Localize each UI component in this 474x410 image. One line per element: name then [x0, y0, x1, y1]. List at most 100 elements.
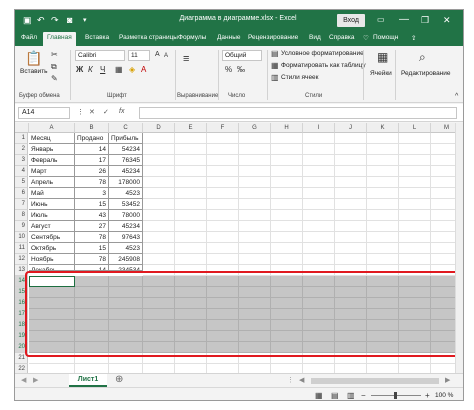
cell[interactable] [367, 177, 399, 188]
zoom-in-icon[interactable]: + [425, 391, 430, 400]
format-painter-icon[interactable]: ✎ [51, 74, 58, 84]
minimize-button[interactable]: — [399, 13, 409, 27]
cell[interactable] [207, 221, 239, 232]
row-header[interactable]: 4 [15, 166, 28, 177]
normal-view-icon[interactable]: ▦ [315, 391, 323, 400]
cell[interactable] [143, 243, 175, 254]
close-button[interactable]: ✕ [443, 13, 451, 27]
cell[interactable] [175, 188, 207, 199]
number-format-select[interactable]: Общий [222, 50, 262, 61]
cell[interactable] [271, 254, 303, 265]
restore-button[interactable]: ❐ [421, 13, 429, 27]
cell[interactable] [143, 177, 175, 188]
enter-icon[interactable]: ✓ [103, 108, 109, 116]
page-layout-view-icon[interactable]: ▤ [331, 391, 339, 400]
cell[interactable] [271, 166, 303, 177]
cell[interactable]: 4523 [109, 188, 143, 199]
hscroll-left-icon[interactable]: ◀ [299, 376, 304, 386]
cell[interactable] [207, 155, 239, 166]
copy-icon[interactable]: ⧉ [51, 62, 57, 72]
cell[interactable] [271, 243, 303, 254]
cell[interactable]: 43 [75, 210, 109, 221]
cell[interactable] [207, 133, 239, 144]
cell[interactable] [239, 199, 271, 210]
cell[interactable] [431, 166, 455, 177]
cell[interactable] [175, 177, 207, 188]
prev-sheet-icon[interactable]: ◀ [21, 376, 26, 386]
cell[interactable] [175, 199, 207, 210]
cell[interactable] [207, 177, 239, 188]
borders-icon[interactable]: ▦ [115, 65, 123, 75]
column-header[interactable]: G [239, 123, 271, 133]
cell[interactable] [175, 232, 207, 243]
cell[interactable] [335, 364, 367, 373]
cell[interactable] [367, 188, 399, 199]
cell[interactable] [271, 177, 303, 188]
row-header[interactable]: 2 [15, 144, 28, 155]
cell[interactable] [399, 155, 431, 166]
cell[interactable] [303, 199, 335, 210]
cell[interactable] [399, 188, 431, 199]
cell[interactable]: 54234 [109, 144, 143, 155]
cell[interactable]: 17 [75, 155, 109, 166]
cell[interactable] [367, 232, 399, 243]
cell[interactable] [143, 155, 175, 166]
cell[interactable] [335, 254, 367, 265]
cell[interactable] [399, 166, 431, 177]
cell[interactable] [399, 199, 431, 210]
cell[interactable] [303, 144, 335, 155]
cell[interactable] [207, 199, 239, 210]
cell[interactable] [175, 210, 207, 221]
cell[interactable]: 76345 [109, 155, 143, 166]
cell-styles-icon[interactable]: ▥ [271, 73, 279, 83]
tab-home[interactable]: Главная [43, 32, 76, 46]
tab-page-layout[interactable]: Разметка страницы [119, 34, 178, 41]
font-name-select[interactable]: Calibri [75, 50, 125, 61]
cell[interactable] [143, 144, 175, 155]
cell[interactable]: Январь [29, 144, 75, 155]
cell[interactable] [143, 364, 175, 373]
add-sheet-button[interactable]: ⊕ [115, 375, 123, 385]
undo-icon[interactable]: ↶ [37, 15, 45, 26]
row-header[interactable]: 10 [15, 232, 28, 243]
cell[interactable] [303, 232, 335, 243]
cell[interactable]: 14 [75, 144, 109, 155]
cell[interactable] [207, 188, 239, 199]
cell[interactable] [239, 254, 271, 265]
column-header[interactable]: I [303, 123, 335, 133]
font-size-select[interactable]: 11 [128, 50, 150, 61]
cell[interactable] [335, 210, 367, 221]
cell[interactable] [175, 133, 207, 144]
format-table-icon[interactable]: ▦ [271, 61, 279, 71]
row-header[interactable]: 3 [15, 155, 28, 166]
column-header[interactable]: L [399, 123, 431, 133]
row-header[interactable]: 7 [15, 199, 28, 210]
cell[interactable]: Апрель [29, 177, 75, 188]
cell[interactable]: 26 [75, 166, 109, 177]
cell[interactable]: 245908 [109, 254, 143, 265]
insert-function-button[interactable]: fx [119, 108, 124, 115]
column-header[interactable]: C [109, 123, 143, 133]
cell[interactable] [207, 144, 239, 155]
editing-button[interactable]: Редактирование [401, 70, 451, 77]
cell[interactable]: 178000 [109, 177, 143, 188]
cell[interactable] [207, 166, 239, 177]
row-header[interactable]: 8 [15, 210, 28, 221]
cell[interactable] [109, 364, 143, 373]
italic-icon[interactable]: К [88, 65, 93, 75]
next-sheet-icon[interactable]: ▶ [33, 376, 38, 386]
cell[interactable] [271, 210, 303, 221]
cell[interactable] [399, 364, 431, 373]
worksheet-grid[interactable]: ABCDEFGHIJKLMN1МесяцПроданоПрибыль2Январ… [15, 123, 455, 373]
tab-data[interactable]: Данные [217, 34, 240, 41]
cell[interactable] [431, 254, 455, 265]
column-header[interactable]: A [29, 123, 75, 133]
cell[interactable] [271, 364, 303, 373]
cell[interactable] [335, 177, 367, 188]
redo-icon[interactable]: ↷ [51, 15, 59, 26]
row-header[interactable]: 9 [15, 221, 28, 232]
cell[interactable] [335, 232, 367, 243]
column-header[interactable]: B [75, 123, 109, 133]
cell[interactable] [367, 254, 399, 265]
cell[interactable] [303, 188, 335, 199]
